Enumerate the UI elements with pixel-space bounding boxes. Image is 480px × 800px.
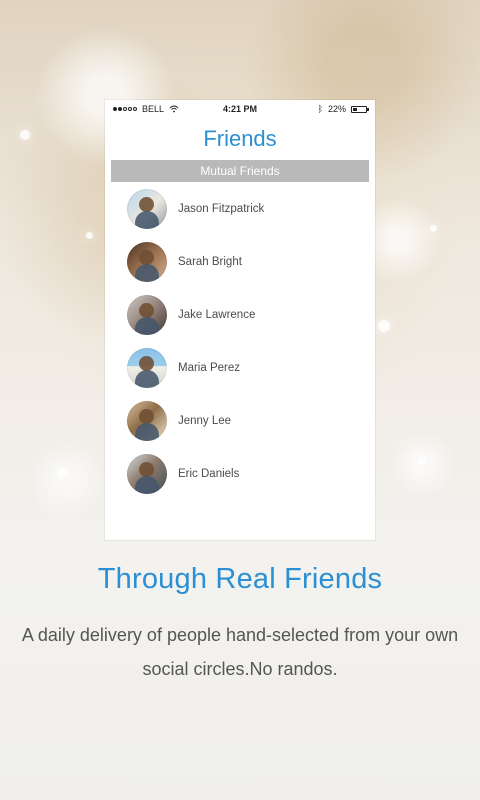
friend-name: Maria Perez	[178, 361, 240, 374]
snow-dot	[58, 468, 67, 477]
snow-dot	[430, 225, 437, 232]
friend-list: Jason Fitzpatrick Sarah Bright Jake Lawr…	[105, 182, 375, 500]
friend-item[interactable]: Maria Perez	[105, 341, 375, 394]
friend-name: Jason Fitzpatrick	[178, 202, 265, 215]
status-bar: BELL 4:21 PM ᛒ 22%	[105, 100, 375, 118]
avatar[interactable]	[127, 294, 167, 335]
friend-name: Sarah Bright	[178, 255, 242, 268]
friend-item[interactable]: Jenny Lee	[105, 394, 375, 447]
battery-fill	[353, 107, 357, 111]
friend-item[interactable]: Jake Lawrence	[105, 288, 375, 341]
friend-item[interactable]: Jason Fitzpatrick	[105, 182, 375, 235]
friend-item[interactable]: Eric Daniels	[105, 447, 375, 500]
battery-icon	[351, 105, 369, 113]
snow-dot	[418, 457, 426, 465]
friend-name: Jake Lawrence	[178, 308, 256, 321]
friend-item[interactable]: Sarah Bright	[105, 235, 375, 288]
phone-screen: BELL 4:21 PM ᛒ 22% Friends Mutual Friend…	[105, 100, 375, 540]
snow-dot	[378, 320, 390, 332]
section-header: Mutual Friends	[111, 160, 369, 182]
avatar[interactable]	[127, 347, 167, 388]
status-time: 4:21 PM	[222, 104, 258, 114]
avatar[interactable]	[127, 241, 167, 282]
wifi-icon	[169, 105, 179, 113]
promo-description: A daily delivery of people hand-selected…	[21, 625, 459, 679]
snow-dot	[20, 130, 30, 140]
friend-name: Jenny Lee	[178, 414, 232, 427]
signal-dots-icon	[113, 107, 137, 111]
page-title: Friends	[203, 126, 277, 151]
status-left: BELL	[113, 104, 179, 114]
avatar[interactable]	[127, 400, 167, 441]
status-right: ᛒ 22%	[317, 103, 369, 114]
carrier-label: BELL	[142, 104, 165, 114]
avatar[interactable]	[127, 188, 167, 229]
promo-headline: Through Real Friends	[97, 563, 383, 595]
avatar[interactable]	[127, 453, 167, 494]
bluetooth-icon: ᛒ	[317, 103, 323, 114]
battery-percent: 22%	[327, 104, 346, 114]
snow-dot	[86, 232, 93, 239]
friend-name: Eric Daniels	[178, 467, 240, 480]
